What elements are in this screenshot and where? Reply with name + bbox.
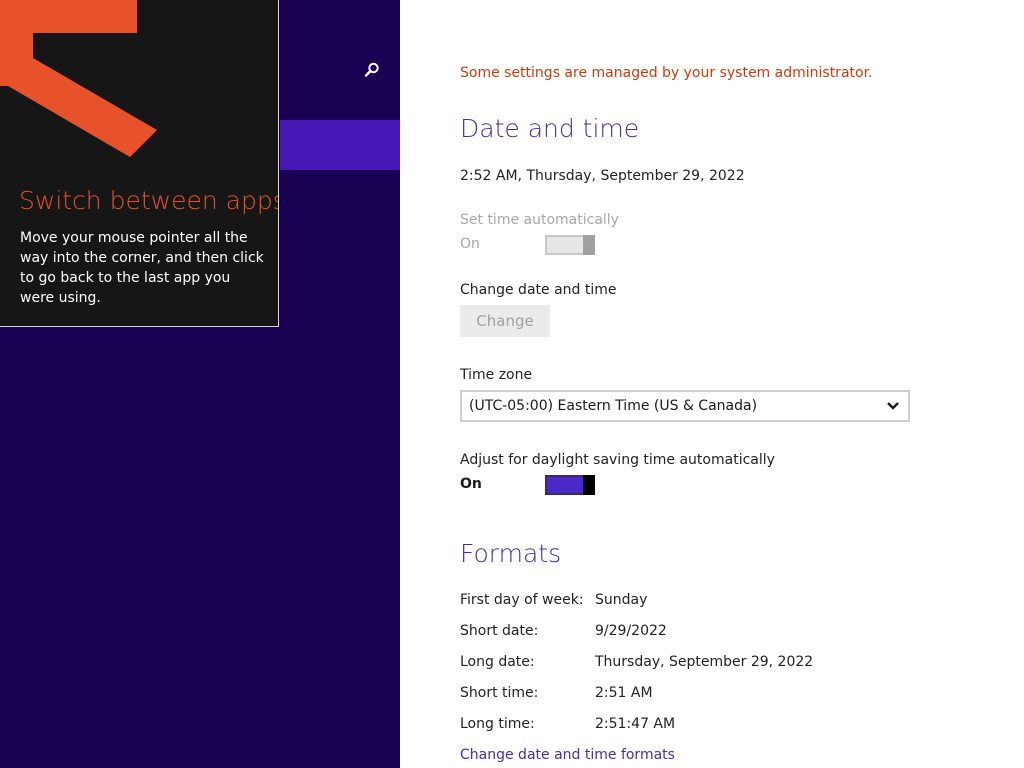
set-time-auto-state: On [460,236,480,252]
time-zone-label: Time zone [460,367,533,383]
corner-arrow-icon [0,0,157,157]
settings-content: Some settings are managed by your system… [400,0,1024,768]
format-value: Sunday [595,592,648,608]
format-label: Short time: [460,685,539,701]
dst-label: Adjust for daylight saving time automati… [460,452,775,468]
chevron-down-icon [887,402,899,410]
change-date-time-label: Change date and time [460,282,617,298]
formats-heading: Formats [460,539,562,568]
format-value: 2:51:47 AM [595,716,676,732]
current-date-time: 2:52 AM, Thursday, September 29, 2022 [460,168,745,184]
time-zone-value: (UTC-05:00) Eastern Time (US & Canada) [469,398,758,414]
switch-apps-tip: Switch between apps Move your mouse poin… [0,0,279,327]
format-value: 9/29/2022 [595,623,667,639]
format-label: Long time: [460,716,535,732]
time-zone-select[interactable]: (UTC-05:00) Eastern Time (US & Canada) [460,390,910,422]
set-time-auto-label: Set time automatically [460,212,619,228]
format-label: Short date: [460,623,539,639]
admin-warning: Some settings are managed by your system… [460,65,873,81]
change-button: Change [460,305,550,337]
toggle-thumb [583,475,595,495]
search-button[interactable] [358,56,386,84]
set-time-auto-toggle [545,235,595,255]
dst-state: On [460,476,482,492]
dst-toggle[interactable] [545,475,595,495]
nav-item-selected[interactable] [280,120,400,170]
format-value: Thursday, September 29, 2022 [595,654,814,670]
tip-title: Switch between apps [19,186,279,215]
search-icon [364,62,379,77]
format-label: Long date: [460,654,535,670]
format-label: First day of week: [460,592,584,608]
date-time-heading: Date and time [460,114,640,143]
format-value: 2:51 AM [595,685,653,701]
change-formats-link[interactable]: Change date and time formats [460,747,675,763]
toggle-thumb [583,235,595,255]
tip-body: Move your mouse pointer all the way into… [20,230,264,306]
